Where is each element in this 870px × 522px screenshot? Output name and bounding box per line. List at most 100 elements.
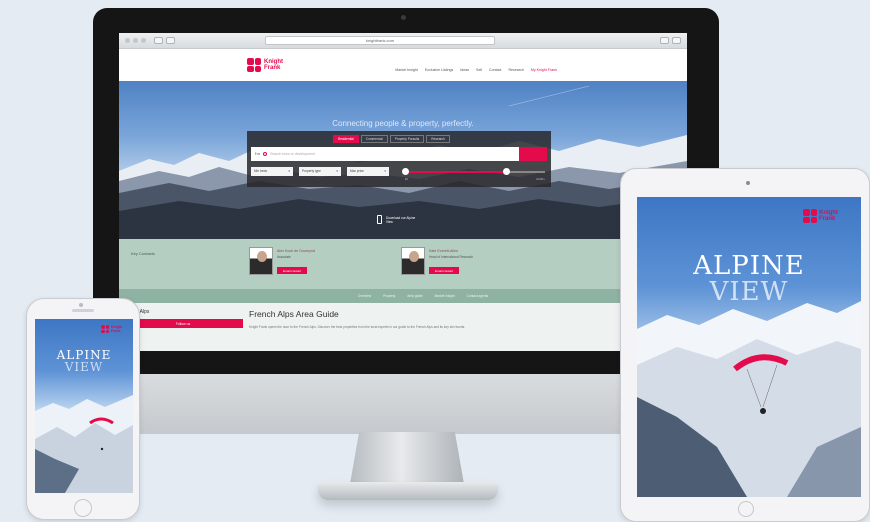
iphone-frame: Knight Frank ALPINE VIEW <box>26 298 140 520</box>
price-slider[interactable] <box>402 168 545 175</box>
magazine-cover[interactable]: Knight Frank ALPINE VIEW <box>637 197 861 497</box>
area-guide-title: French Alps Area Guide <box>249 309 339 319</box>
camera-icon <box>746 181 750 185</box>
site-header: Knight Frank Market Insight Exclusive Lis… <box>119 49 687 81</box>
email-contact-button[interactable]: Email contact <box>429 267 459 274</box>
logo-mark-icon <box>803 209 817 223</box>
logo-text: Knight Frank <box>264 59 283 71</box>
imac-stand-neck <box>350 432 464 484</box>
maximize-window-button[interactable] <box>141 38 146 43</box>
follow-button[interactable]: Follow us <box>123 319 243 328</box>
filter-label: Property type <box>302 169 321 173</box>
contact-role: Head of International Research <box>429 255 474 259</box>
contact-info: Alex Koch de Gooreynd Associate Email co… <box>277 247 315 275</box>
address-bar[interactable]: knightfrank.com <box>265 36 495 45</box>
search-row: For Search town or development <box>251 147 547 161</box>
logo-mark-icon <box>101 325 109 333</box>
subnav-link[interactable]: Property <box>383 294 395 298</box>
area-guide-text: Knight Frank opens the door to the Frenc… <box>249 325 466 329</box>
contact-name: Kate Everett-Allen <box>429 249 458 253</box>
nav-link[interactable]: Exclusive Listings <box>425 68 453 72</box>
key-contacts-label: Key Contacts <box>131 251 155 256</box>
camera-icon <box>79 303 83 307</box>
ipad-frame: Knight Frank ALPINE VIEW <box>620 168 870 522</box>
cover-title-line2: VIEW <box>64 360 104 374</box>
contact-card: Kate Everett-Allen Head of International… <box>401 247 473 275</box>
speaker-grille <box>72 309 94 312</box>
filter-dropdown[interactable]: Max price ▾ <box>347 167 389 176</box>
home-button[interactable] <box>738 501 754 517</box>
cover-brand-text: Knight Frank <box>111 325 123 333</box>
nav-link[interactable]: My Knight Frank <box>531 68 557 72</box>
browser-actions <box>660 37 681 44</box>
filter-dropdown[interactable]: Min beds ▾ <box>251 167 293 176</box>
home-button[interactable] <box>74 499 92 517</box>
cover-title-line1: ALPINE <box>693 251 805 281</box>
avatar <box>249 247 273 275</box>
subnav-link[interactable]: Market Insight <box>435 294 455 298</box>
search-tab[interactable]: Commercial <box>360 135 388 143</box>
price-slider-fill <box>405 171 506 173</box>
brand-logo[interactable]: Knight Frank <box>247 58 290 72</box>
search-tab[interactable]: Property Pursuits <box>389 135 425 143</box>
search-input[interactable]: For Search town or development <box>251 147 519 161</box>
key-contacts-band: Key Contacts Alex Koch de Gooreynd Assoc… <box>119 239 687 289</box>
chevron-down-icon: ▾ <box>384 169 386 173</box>
search-panel: Residential Commercial Property Pursuits Re… <box>247 131 551 187</box>
desktop-screen: knightfrank.com Knight Frank Market Insi… <box>119 33 687 351</box>
price-slider-max-handle[interactable] <box>502 168 510 175</box>
cover-photo <box>35 395 133 493</box>
filter-label: Min beds <box>254 169 267 173</box>
subnav-link[interactable]: Contact agents <box>467 294 488 298</box>
close-window-button[interactable] <box>125 38 130 43</box>
search-button[interactable] <box>251 147 547 161</box>
camera-icon <box>401 15 406 20</box>
search-placeholder: Search town or development <box>270 152 315 156</box>
nav-link[interactable]: Research <box>508 68 523 72</box>
app-download-text: Download our Alpine View <box>386 215 416 224</box>
browser-nav <box>154 37 175 44</box>
search-icon <box>251 147 258 154</box>
phone-icon <box>377 215 382 224</box>
filter-dropdown[interactable]: Property type ▾ <box>299 167 341 176</box>
forward-button[interactable] <box>166 37 175 44</box>
chevron-down-icon: ▾ <box>336 169 338 173</box>
cover-brand-logo: Knight Frank <box>803 209 845 223</box>
search-tab[interactable]: Research <box>426 135 450 143</box>
app-download-link[interactable]: Download our Alpine View <box>377 215 420 224</box>
hero-title: Connecting people & property, perfectly. <box>332 119 474 128</box>
magazine-cover[interactable]: Knight Frank ALPINE VIEW <box>35 319 133 493</box>
nav-link[interactable]: Sell <box>476 68 482 72</box>
email-contact-button[interactable]: Email contact <box>277 267 307 274</box>
nav-link[interactable]: Contact <box>489 68 501 72</box>
share-button[interactable] <box>660 37 669 44</box>
chevron-down-icon: ▾ <box>288 169 290 173</box>
price-min-label: £0 <box>405 177 409 181</box>
section-subnav: Overview Property Area guide Market Insight… <box>119 289 687 303</box>
main-nav: Market Insight Exclusive Listings Ideas Sel… <box>395 68 557 72</box>
search-filters: Min beds ▾ Property type ▾ Max price ▾ <box>251 167 389 176</box>
contact-name: Alex Koch de Gooreynd <box>277 249 315 253</box>
tabs-button[interactable] <box>672 37 681 44</box>
window-controls <box>125 38 146 43</box>
cover-title-line2: VIEW <box>709 277 789 307</box>
filter-label: Max price <box>350 169 364 173</box>
contact-role: Associate <box>277 255 291 259</box>
minimize-window-button[interactable] <box>133 38 138 43</box>
cover-title: ALPINE VIEW <box>637 253 861 305</box>
price-max-label: £10M+ <box>536 177 545 181</box>
imac-stand-foot <box>318 482 498 500</box>
nav-link[interactable]: Market Insight <box>395 68 418 72</box>
search-tab[interactable]: Residential <box>333 135 359 143</box>
location-pin-icon <box>263 152 268 156</box>
subnav-link[interactable]: Overview <box>358 294 371 298</box>
ipad-screen: Knight Frank ALPINE VIEW <box>637 197 861 497</box>
price-slider-min-handle[interactable] <box>402 168 409 175</box>
area-guide-section: French Alps Follow us French Alps Area G… <box>119 303 687 351</box>
contact-info: Kate Everett-Allen Head of International… <box>429 247 473 275</box>
subnav-link[interactable]: Area guide <box>407 294 422 298</box>
back-button[interactable] <box>154 37 163 44</box>
cover-brand-text: Knight Frank <box>819 209 838 223</box>
nav-link[interactable]: Ideas <box>460 68 469 72</box>
cover-photo <box>637 301 861 497</box>
